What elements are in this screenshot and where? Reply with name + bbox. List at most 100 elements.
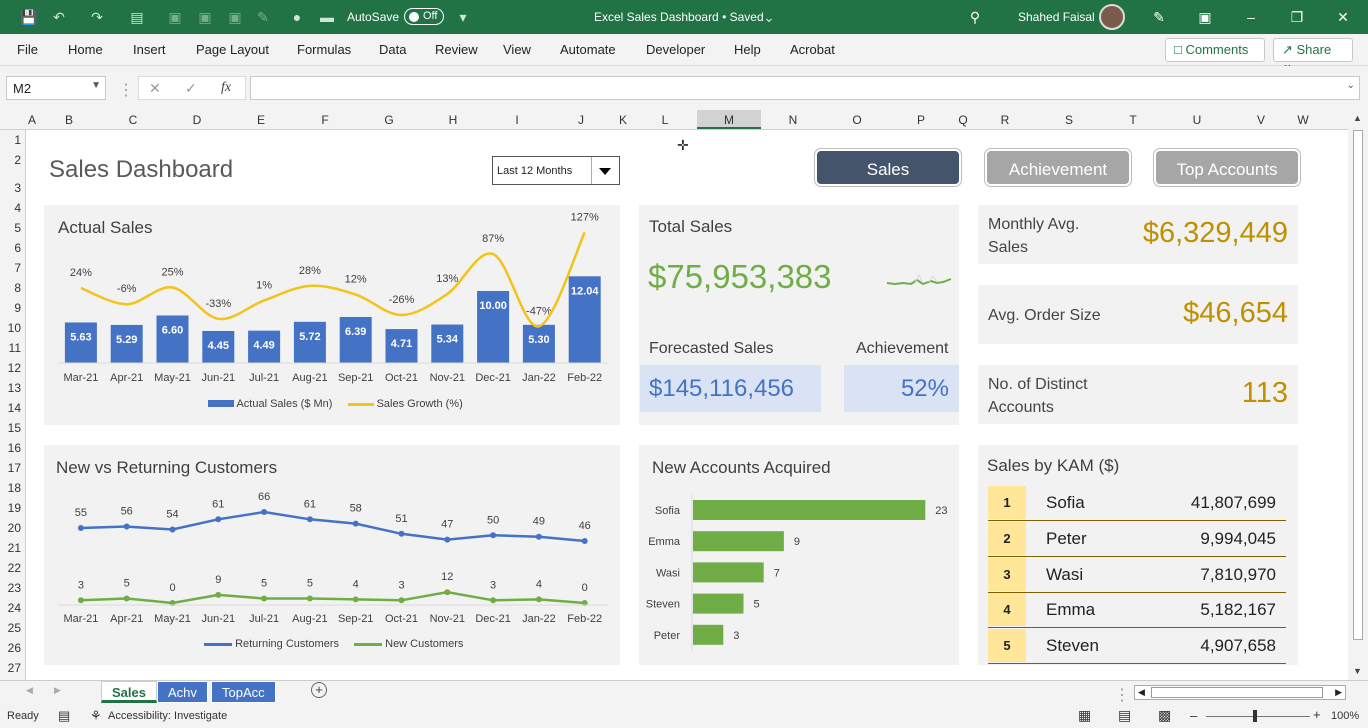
row-header[interactable]: 20 xyxy=(8,521,21,535)
vertical-scrollbar[interactable]: ▲ ▼ xyxy=(1348,110,1368,680)
top-accounts-nav-button[interactable]: Top Accounts xyxy=(1154,149,1300,186)
split-handle-icon[interactable]: ⋮ xyxy=(1114,685,1130,705)
row-header[interactable]: 11 xyxy=(9,341,21,355)
row-header[interactable]: 12 xyxy=(8,361,21,375)
scroll-right-icon[interactable]: ▶ xyxy=(1335,687,1342,698)
achievement-nav-button[interactable]: Achievement xyxy=(985,149,1131,186)
cancel-icon[interactable]: ✕ xyxy=(149,80,161,97)
row-header[interactable]: 26 xyxy=(8,641,21,655)
scroll-thumb[interactable] xyxy=(1151,687,1323,698)
column-header[interactable]: G xyxy=(357,113,421,127)
menu-help[interactable]: Help xyxy=(734,42,761,57)
row-header[interactable]: 24 xyxy=(8,601,21,615)
save-icon[interactable]: 💾 xyxy=(20,8,38,26)
restore-icon[interactable]: ❐ xyxy=(1288,8,1306,26)
column-header[interactable]: D xyxy=(165,113,229,127)
column-header[interactable]: M xyxy=(697,110,761,129)
row-header[interactable]: 4 xyxy=(14,201,21,215)
tab-sales[interactable]: Sales xyxy=(101,681,157,703)
pen-icon[interactable]: ✎ xyxy=(1150,8,1168,26)
column-header[interactable]: J xyxy=(549,113,613,127)
scroll-down-icon[interactable]: ▼ xyxy=(1353,666,1362,676)
column-header[interactable]: O xyxy=(825,113,889,127)
redo-icon[interactable]: ↷ xyxy=(88,8,106,26)
column-header[interactable]: F xyxy=(293,113,357,127)
toolbar-icon[interactable]: ▣ xyxy=(196,8,214,26)
row-header[interactable]: 21 xyxy=(8,541,21,555)
zoom-in-icon[interactable]: + xyxy=(1313,707,1321,722)
sales-nav-button[interactable]: Sales xyxy=(815,149,961,186)
accessibility-status[interactable]: Accessibility: Investigate xyxy=(108,710,227,722)
search-icon[interactable]: ⚲ xyxy=(966,8,984,26)
record-icon[interactable]: ● xyxy=(288,8,306,26)
menu-developer[interactable]: Developer xyxy=(646,42,705,57)
column-header[interactable]: A xyxy=(27,113,37,127)
column-header[interactable]: P xyxy=(889,113,953,127)
column-header[interactable]: H xyxy=(421,113,485,127)
horizontal-scrollbar[interactable]: ◀ ▶ xyxy=(1134,685,1346,700)
undo-icon[interactable]: ↶ xyxy=(50,8,68,26)
column-header[interactable]: T xyxy=(1101,113,1165,127)
formula-input[interactable]: ⌄ xyxy=(250,76,1360,100)
row-header[interactable]: 27 xyxy=(8,661,21,675)
zoom-out-icon[interactable]: – xyxy=(1190,708,1197,723)
column-header[interactable]: C xyxy=(101,113,165,127)
document-icon[interactable]: ▤ xyxy=(128,8,146,26)
prev-sheet-icon[interactable]: ◀ xyxy=(26,685,33,696)
row-header[interactable]: 5 xyxy=(14,221,21,235)
row-header[interactable]: 14 xyxy=(8,401,21,415)
row-header[interactable]: 6 xyxy=(14,241,21,255)
toolbar-icon[interactable]: ▣ xyxy=(166,8,184,26)
add-sheet-icon[interactable]: + xyxy=(311,682,327,698)
page-layout-view-icon[interactable]: ▤ xyxy=(1118,707,1131,724)
row-header[interactable]: 10 xyxy=(8,321,21,335)
row-header[interactable]: 23 xyxy=(8,581,21,595)
column-header[interactable]: B xyxy=(37,113,101,127)
row-header[interactable]: 3 xyxy=(14,181,21,195)
column-header[interactable]: E xyxy=(229,113,293,127)
window-title[interactable]: Excel Sales Dashboard • Saved xyxy=(594,10,764,24)
row-header[interactable]: 19 xyxy=(8,501,21,515)
menu-review[interactable]: Review xyxy=(435,42,478,57)
menu-insert[interactable]: Insert xyxy=(133,42,166,57)
avatar[interactable] xyxy=(1099,4,1125,30)
row-header[interactable]: 25 xyxy=(8,621,21,635)
chevron-down-icon[interactable]: ⌄ xyxy=(760,8,778,26)
menu-file[interactable]: File xyxy=(17,42,38,57)
column-header[interactable]: I xyxy=(485,113,549,127)
row-header[interactable]: 2 xyxy=(14,153,21,167)
user-name[interactable]: Shahed Faisal xyxy=(1018,10,1095,24)
menu-page-layout[interactable]: Page Layout xyxy=(196,42,269,57)
form-icon[interactable]: ▬ xyxy=(318,8,336,26)
column-header[interactable]: N xyxy=(761,113,825,127)
column-header[interactable]: R xyxy=(973,113,1037,127)
chevron-down-icon[interactable]: ▼ xyxy=(91,80,101,91)
toolbar-icon[interactable]: ▣ xyxy=(226,8,244,26)
macro-record-icon[interactable]: ▤ xyxy=(58,708,70,724)
menu-automate[interactable]: Automate xyxy=(560,42,616,57)
row-header[interactable]: 9 xyxy=(14,301,21,315)
column-header[interactable]: W xyxy=(1293,113,1313,127)
row-header[interactable]: 13 xyxy=(8,381,21,395)
zoom-level[interactable]: 100% xyxy=(1331,710,1359,722)
row-header[interactable]: 17 xyxy=(8,461,21,475)
page-break-view-icon[interactable]: ▩ xyxy=(1158,707,1171,724)
menu-data[interactable]: Data xyxy=(379,42,406,57)
share-button[interactable]: ↗ Share ⌄ xyxy=(1273,38,1353,71)
function-icon[interactable]: fx xyxy=(221,80,231,96)
column-header[interactable]: V xyxy=(1229,113,1293,127)
enter-icon[interactable]: ✓ xyxy=(185,80,197,97)
scroll-thumb[interactable] xyxy=(1353,130,1363,640)
close-icon[interactable]: ✕ xyxy=(1334,8,1352,26)
row-header[interactable]: 1 xyxy=(14,133,21,147)
customize-toolbar-icon[interactable]: ▾ xyxy=(454,8,472,26)
menu-home[interactable]: Home xyxy=(68,42,103,57)
zoom-slider-thumb[interactable] xyxy=(1253,710,1257,722)
normal-view-icon[interactable]: ▦ xyxy=(1078,707,1091,724)
column-header[interactable]: K xyxy=(613,113,633,127)
accessibility-icon[interactable]: ⚘ xyxy=(90,708,102,724)
row-header[interactable]: 8 xyxy=(14,281,21,295)
autosave-toggle[interactable]: Off xyxy=(404,8,444,25)
row-header[interactable]: 7 xyxy=(14,261,21,275)
column-header[interactable]: Q xyxy=(953,113,973,127)
